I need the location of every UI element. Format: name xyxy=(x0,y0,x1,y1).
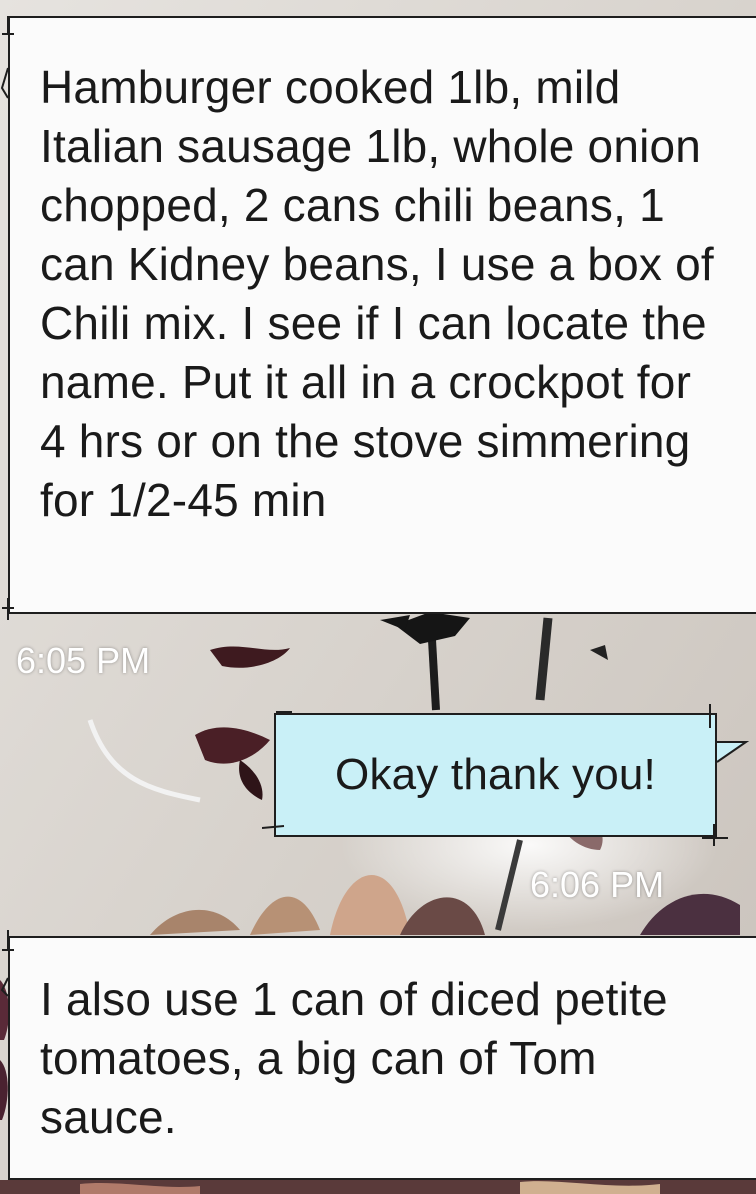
message-text: Okay thank you! xyxy=(335,750,656,799)
outgoing-message-bubble[interactable]: Okay thank you! xyxy=(274,713,717,837)
incoming-message-bubble[interactable]: I also use 1 can of diced petite tomatoe… xyxy=(8,936,756,1180)
message-text: Hamburger cooked 1lb, mild Italian sausa… xyxy=(40,61,714,526)
incoming-message-bubble[interactable]: Hamburger cooked 1lb, mild Italian sausa… xyxy=(8,16,756,614)
message-text: I also use 1 can of diced petite tomatoe… xyxy=(40,973,668,1143)
message-timestamp: 6:06 PM xyxy=(530,864,665,905)
message-timestamp: 6:05 PM xyxy=(16,640,151,681)
